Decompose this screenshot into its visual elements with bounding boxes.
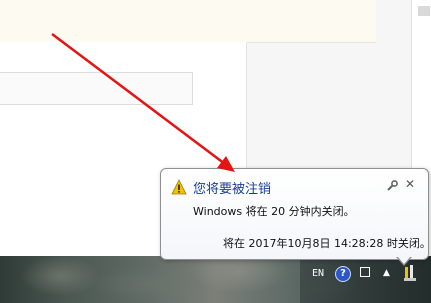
- info-bar: [0, 0, 376, 43]
- close-icon[interactable]: ✕: [405, 177, 415, 191]
- balloon-tail-fill: [397, 256, 411, 264]
- tools-tray-icon[interactable]: [403, 264, 417, 282]
- show-hidden-icons-arrow-icon[interactable]: ▲: [383, 268, 390, 278]
- logoff-notification-balloon[interactable]: 您将要被注销 ✕ Windows 将在 20 分钟内关闭。 将在 2017年10…: [160, 168, 431, 260]
- language-indicator[interactable]: EN: [312, 268, 324, 279]
- notification-shutdown-time: 将在 2017年10月8日 14:28:28 时关闭。: [223, 237, 431, 250]
- window-icon[interactable]: [360, 267, 370, 277]
- help-icon[interactable]: ?: [335, 266, 351, 282]
- warning-icon: [171, 179, 187, 195]
- notification-message: Windows 将在 20 分钟内关闭。: [193, 205, 355, 218]
- notification-title: 您将要被注销: [193, 182, 272, 197]
- input-row[interactable]: [0, 72, 193, 105]
- options-icon[interactable]: [385, 179, 399, 193]
- side-indicator: [418, 6, 430, 16]
